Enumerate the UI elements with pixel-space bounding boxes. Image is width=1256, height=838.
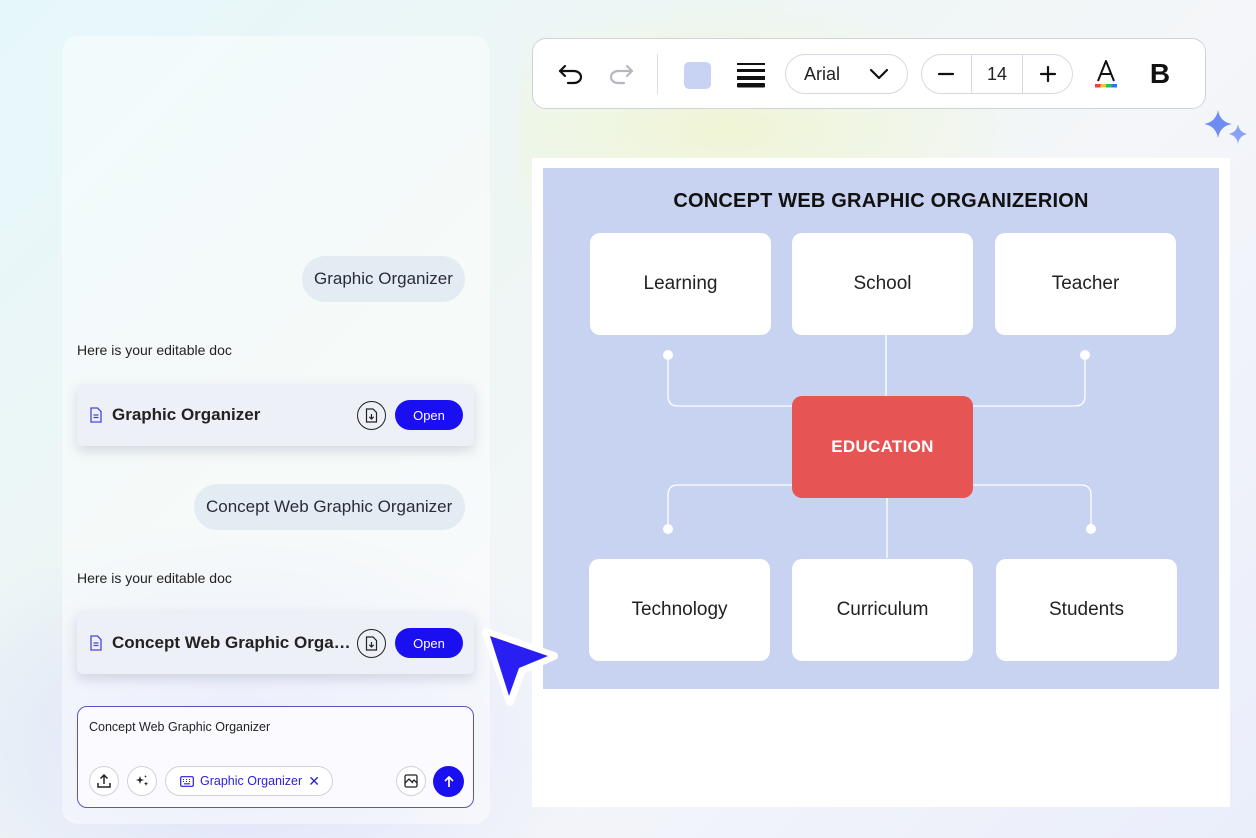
text-color-icon xyxy=(1095,60,1117,88)
open-button[interactable]: Open xyxy=(395,628,463,658)
concept-node[interactable]: Learning xyxy=(590,233,771,335)
doc-card[interactable]: Concept Web Graphic Organizer Open xyxy=(77,612,474,674)
document-icon xyxy=(90,635,102,651)
line-spacing-button[interactable] xyxy=(733,59,769,91)
chat-composer[interactable]: Concept Web Graphic Organizer Graphic Or… xyxy=(77,706,474,808)
keyboard-icon xyxy=(180,775,194,787)
chevron-down-icon xyxy=(869,68,889,80)
user-message-text: Concept Web Graphic Organizer xyxy=(206,497,453,516)
concept-node[interactable]: Teacher xyxy=(995,233,1176,335)
chip-label: Graphic Organizer xyxy=(200,774,303,788)
plus-icon xyxy=(1039,65,1056,83)
sparkle-icon xyxy=(1204,110,1247,144)
center-concept-node[interactable]: EDUCATION xyxy=(792,396,973,498)
concept-web-diagram: CONCEPT WEB GRAPHIC ORGANIZERION Learnin… xyxy=(543,168,1219,689)
user-message-bubble: Graphic Organizer xyxy=(302,256,465,302)
template-button[interactable] xyxy=(396,766,426,796)
concept-node[interactable]: Curriculum xyxy=(792,559,973,661)
concept-node[interactable]: School xyxy=(792,233,973,335)
download-button[interactable] xyxy=(357,628,386,658)
download-icon xyxy=(365,635,378,651)
send-button[interactable] xyxy=(433,766,464,797)
magic-button[interactable] xyxy=(127,766,157,796)
download-button[interactable] xyxy=(357,400,386,430)
fill-color-button[interactable] xyxy=(681,60,713,90)
pointer-cursor-icon xyxy=(482,628,558,706)
assistant-message-text: Here is your editable doc xyxy=(77,342,232,358)
user-message-text: Graphic Organizer xyxy=(314,269,453,288)
redo-icon xyxy=(609,64,634,85)
increase-font-size-button[interactable] xyxy=(1023,55,1072,93)
sparkle-icon xyxy=(136,775,149,786)
upload-button[interactable] xyxy=(89,766,119,796)
graphic-organizer-chip[interactable]: Graphic Organizer ✕ xyxy=(165,766,333,796)
doc-card[interactable]: Graphic Organizer Open xyxy=(77,384,474,446)
close-icon[interactable]: ✕ xyxy=(308,773,320,790)
format-toolbar: Arial 14 B xyxy=(532,38,1206,109)
line-weight-icon xyxy=(737,63,765,88)
concept-node[interactable]: Technology xyxy=(589,559,770,661)
chat-panel: Graphic Organizer Here is your editable … xyxy=(62,36,490,824)
redo-button[interactable] xyxy=(603,58,639,90)
concept-node[interactable]: Students xyxy=(996,559,1177,661)
bold-button[interactable]: B xyxy=(1143,56,1177,92)
undo-button[interactable] xyxy=(553,58,589,90)
doc-title: Concept Web Graphic Organizer xyxy=(112,633,351,652)
user-message-bubble: Concept Web Graphic Organizer xyxy=(194,484,465,530)
open-button[interactable]: Open xyxy=(395,400,463,430)
document-icon xyxy=(90,407,102,423)
arrow-up-icon xyxy=(443,775,454,787)
font-family-select[interactable]: Arial xyxy=(785,54,908,94)
upload-icon xyxy=(97,773,111,788)
doc-title: Graphic Organizer xyxy=(112,405,261,424)
text-color-button[interactable] xyxy=(1090,57,1122,91)
font-family-value: Arial xyxy=(804,63,841,84)
decrease-font-size-button[interactable] xyxy=(922,55,971,93)
font-size-stepper: 14 xyxy=(921,54,1073,94)
download-icon xyxy=(365,407,378,423)
fill-color-swatch xyxy=(683,61,711,89)
assistant-message-text: Here is your editable doc xyxy=(77,570,232,586)
minus-icon xyxy=(938,72,955,76)
font-size-input[interactable]: 14 xyxy=(970,55,1024,93)
undo-icon xyxy=(558,64,583,85)
template-icon xyxy=(404,774,418,788)
composer-input[interactable]: Concept Web Graphic Organizer xyxy=(89,720,270,734)
toolbar-divider xyxy=(657,54,658,94)
